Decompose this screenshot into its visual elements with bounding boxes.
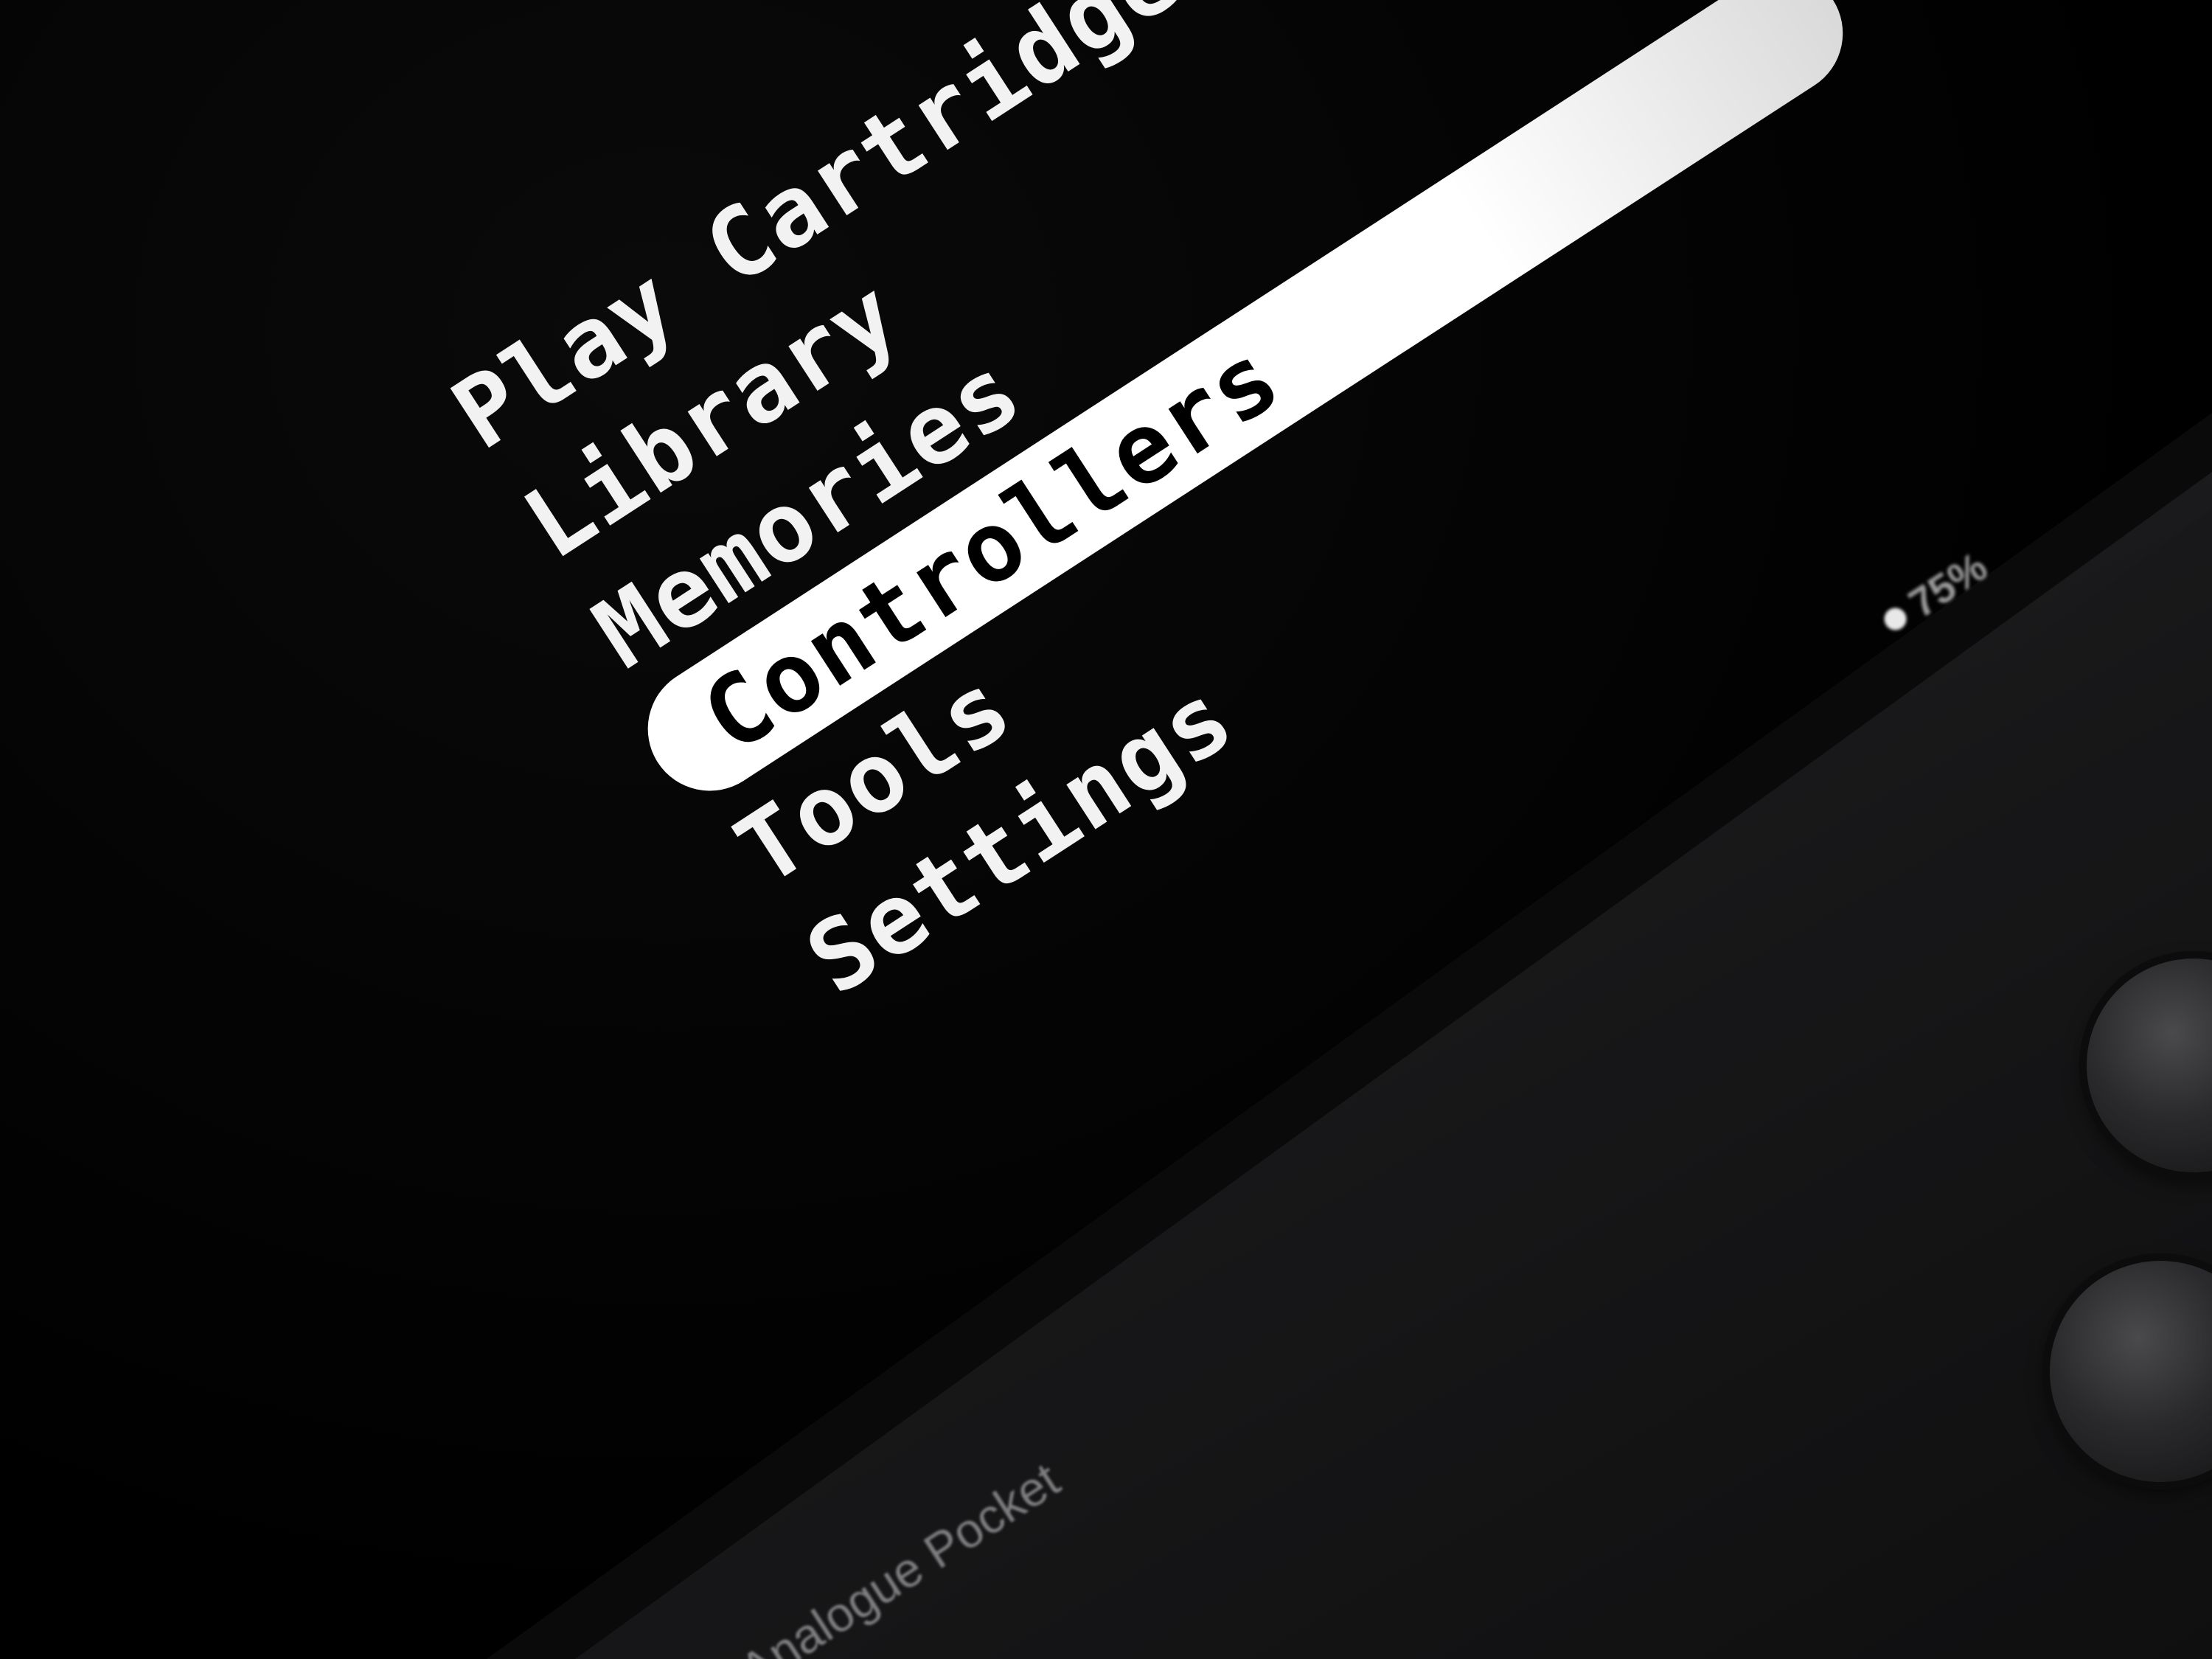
scene: Play Cartridge Library Memories Controll…: [0, 0, 2212, 1659]
